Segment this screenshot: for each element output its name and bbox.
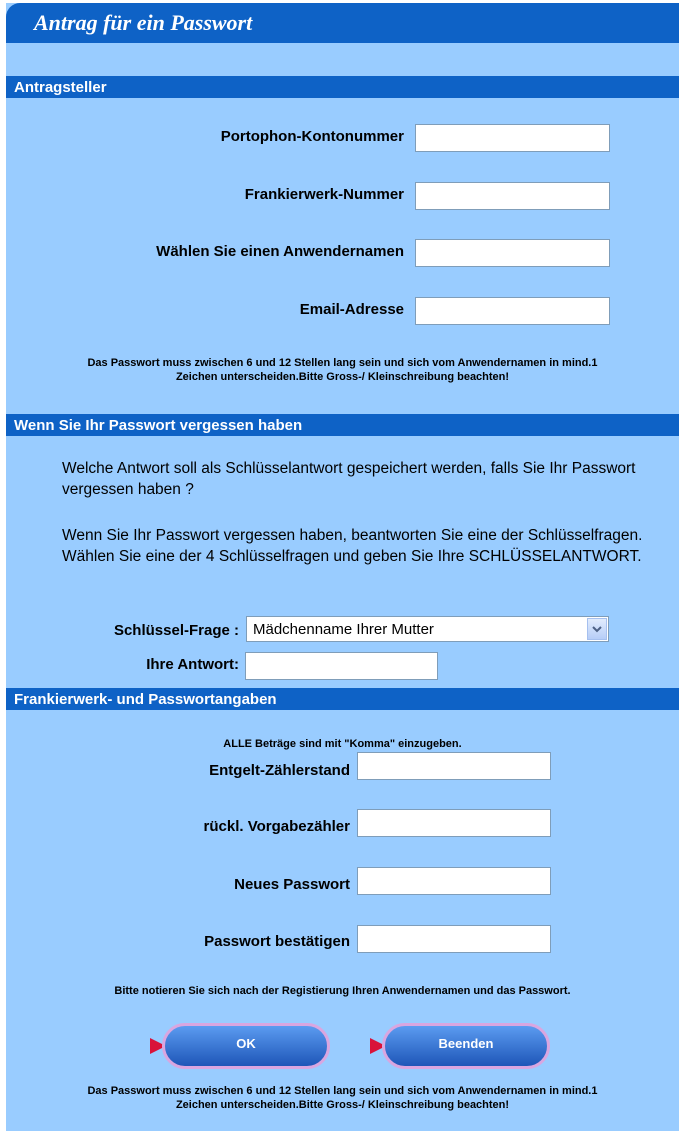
password-rules-line2: Zeichen unterscheiden.Bitte Gross-/ Klei… bbox=[175, 371, 510, 383]
preset-counter-label: rückl. Vorgabezähler bbox=[203, 818, 350, 835]
password-rules-line1: Das Passwort muss zwischen 6 und 12 Stel… bbox=[87, 357, 598, 369]
preset-counter-input[interactable] bbox=[357, 809, 551, 837]
password-rules-note-bottom: Das Passwort muss zwischen 6 und 12 Stel… bbox=[6, 1084, 679, 1112]
remember-credentials-note: Bitte notieren Sie sich nach der Registi… bbox=[114, 985, 571, 997]
password-rules-bottom-line1: Das Passwort muss zwischen 6 und 12 Stel… bbox=[87, 1085, 598, 1097]
email-input[interactable] bbox=[415, 297, 610, 325]
security-answer-label: Ihre Antwort: bbox=[146, 656, 239, 673]
comma-note: ALLE Beträge sind mit "Komma" einzugeben… bbox=[223, 738, 462, 750]
security-answer-intro: Welche Antwort soll als Schlüsselantwort… bbox=[62, 460, 636, 498]
email-label: Email-Adresse bbox=[299, 301, 404, 318]
form-panel bbox=[6, 3, 679, 1131]
page-title: Antrag für ein Passwort bbox=[34, 10, 253, 35]
title-bar: Antrag für ein Passwort bbox=[6, 3, 679, 43]
confirm-password-input[interactable] bbox=[357, 925, 551, 953]
machine-number-label: Frankierwerk-Nummer bbox=[244, 186, 404, 203]
account-number-input[interactable] bbox=[415, 124, 610, 152]
new-password-input[interactable] bbox=[357, 867, 551, 895]
exit-button[interactable]: Beenden bbox=[370, 1023, 552, 1069]
section-title-meter: Frankierwerk- und Passwortangaben bbox=[14, 691, 277, 708]
machine-number-input[interactable] bbox=[415, 182, 610, 210]
new-password-label: Neues Passwort bbox=[234, 876, 350, 893]
postage-counter-input[interactable] bbox=[357, 752, 551, 780]
security-question-value: Mädchenname Ihrer Mutter bbox=[253, 621, 434, 638]
section-title-applicant: Antragsteller bbox=[14, 79, 107, 96]
username-label: Wählen Sie einen Anwendernamen bbox=[156, 243, 404, 260]
postage-counter-label: Entgelt-Zählerstand bbox=[209, 762, 350, 779]
security-answer-input[interactable] bbox=[245, 652, 438, 680]
chevron-down-icon[interactable] bbox=[587, 618, 607, 640]
confirm-password-label: Passwort bestätigen bbox=[204, 933, 350, 950]
username-input[interactable] bbox=[415, 239, 610, 267]
account-number-label: Portophon-Kontonummer bbox=[220, 128, 404, 145]
section-header-forgot: Wenn Sie Ihr Passwort vergessen haben bbox=[6, 414, 679, 436]
section-title-forgot: Wenn Sie Ihr Passwort vergessen haben bbox=[14, 417, 303, 434]
section-header-meter: Frankierwerk- und Passwortangaben bbox=[6, 688, 679, 710]
section-header-applicant: Antragsteller bbox=[6, 76, 679, 98]
exit-button-label: Beenden bbox=[438, 1036, 494, 1051]
security-question-select[interactable]: Mädchenname Ihrer Mutter bbox=[246, 616, 609, 642]
password-rules-bottom-line2: Zeichen unterscheiden.Bitte Gross-/ Klei… bbox=[175, 1099, 510, 1111]
security-question-label: Schlüssel-Frage : bbox=[113, 622, 239, 639]
ok-button[interactable]: OK bbox=[150, 1023, 332, 1069]
ok-button-label: OK bbox=[236, 1036, 256, 1051]
security-question-instructions: Wenn Sie Ihr Passwort vergessen haben, b… bbox=[62, 527, 643, 565]
password-rules-note-top: Das Passwort muss zwischen 6 und 12 Stel… bbox=[6, 356, 679, 384]
